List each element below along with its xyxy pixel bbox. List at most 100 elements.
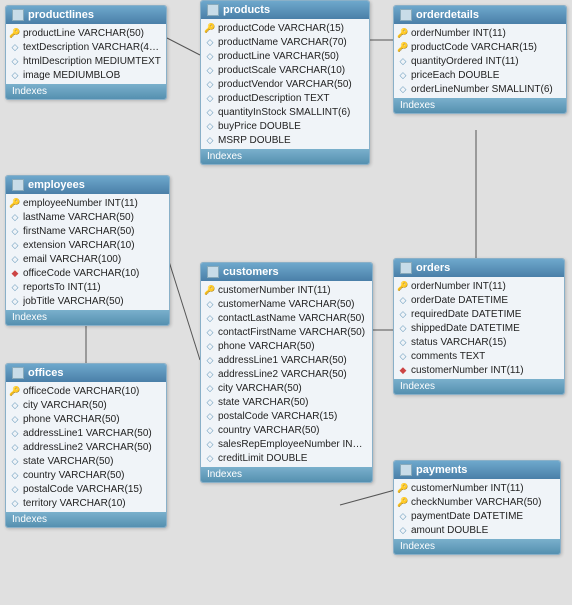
- key-icon: 🔑: [10, 28, 20, 38]
- diamond-icon: ◇: [10, 212, 20, 222]
- field-text: postalCode VARCHAR(15): [218, 411, 337, 422]
- table-employees-header: employees: [6, 176, 169, 194]
- table-orderdetails: orderdetails 🔑 orderNumber INT(11) 🔑 pro…: [393, 5, 567, 114]
- field-text: shippedDate DATETIME: [411, 323, 520, 334]
- field-row: ◇ productDescription TEXT: [201, 91, 369, 105]
- field-row: 🔑 officeCode VARCHAR(10): [6, 384, 166, 398]
- table-icon: [12, 9, 24, 21]
- key-icon: 🔑: [398, 28, 408, 38]
- diamond-icon: ◇: [10, 226, 20, 236]
- table-payments-footer[interactable]: Indexes: [394, 539, 560, 554]
- field-text: requiredDate DATETIME: [411, 309, 521, 320]
- field-row: ◇ productName VARCHAR(70): [201, 35, 369, 49]
- field-text: checkNumber VARCHAR(50): [411, 497, 541, 508]
- table-orders-footer[interactable]: Indexes: [394, 379, 564, 394]
- field-row: ◇ status VARCHAR(15): [394, 335, 564, 349]
- table-icon: [400, 262, 412, 274]
- field-text: postalCode VARCHAR(15): [23, 484, 142, 495]
- table-productlines-footer[interactable]: Indexes: [6, 84, 166, 99]
- field-text: city VARCHAR(50): [23, 400, 107, 411]
- table-orders-body: 🔑 orderNumber INT(11) ◇ orderDate DATETI…: [394, 277, 564, 379]
- field-row: ◇ contactFirstName VARCHAR(50): [201, 325, 372, 339]
- field-text: addressLine2 VARCHAR(50): [23, 442, 152, 453]
- table-orderdetails-title: orderdetails: [416, 9, 479, 21]
- field-text: country VARCHAR(50): [218, 425, 320, 436]
- field-row: ◇ phone VARCHAR(50): [201, 339, 372, 353]
- field-text: phone VARCHAR(50): [218, 341, 315, 352]
- table-employees-body: 🔑 employeeNumber INT(11) ◇ lastName VARC…: [6, 194, 169, 310]
- diamond-icon: ◇: [398, 511, 408, 521]
- diamond-icon: ◇: [398, 309, 408, 319]
- diamond-icon: ◇: [10, 296, 20, 306]
- field-text: state VARCHAR(50): [23, 456, 113, 467]
- field-text: customerNumber INT(11): [411, 365, 524, 376]
- table-customers-footer[interactable]: Indexes: [201, 467, 372, 482]
- field-text: officeCode VARCHAR(10): [23, 268, 139, 279]
- diamond-icon: ◇: [398, 70, 408, 80]
- field-text: extension VARCHAR(10): [23, 240, 135, 251]
- diamond-icon: ◇: [205, 327, 215, 337]
- field-text: contactLastName VARCHAR(50): [218, 313, 365, 324]
- field-row: ◇ priceEach DOUBLE: [394, 68, 566, 82]
- field-text: phone VARCHAR(50): [23, 414, 120, 425]
- key-icon: 🔑: [398, 497, 408, 507]
- field-text: paymentDate DATETIME: [411, 511, 523, 522]
- field-row: 🔑 checkNumber VARCHAR(50): [394, 495, 560, 509]
- diamond-icon: ◇: [10, 414, 20, 424]
- field-row: ◇ productLine VARCHAR(50): [201, 49, 369, 63]
- table-products-title: products: [223, 4, 270, 16]
- field-row: ◇ requiredDate DATETIME: [394, 307, 564, 321]
- diamond-icon: ◇: [398, 295, 408, 305]
- field-text: firstName VARCHAR(50): [23, 226, 135, 237]
- diamond-icon: ◇: [10, 42, 20, 52]
- field-text: country VARCHAR(50): [23, 470, 125, 481]
- field-text: orderDate DATETIME: [411, 295, 508, 306]
- diamond-icon: ◇: [398, 525, 408, 535]
- field-row: ◇ salesRepEmployeeNumber INT(11): [201, 437, 372, 451]
- field-row: 🔑 orderNumber INT(11): [394, 26, 566, 40]
- diamond-icon: ◇: [205, 369, 215, 379]
- field-text: quantityOrdered INT(11): [411, 56, 519, 67]
- field-row: ◇ extension VARCHAR(10): [6, 238, 169, 252]
- field-row: ◇ creditLimit DOUBLE: [201, 451, 372, 465]
- table-icon: [207, 4, 219, 16]
- diamond-icon: ◇: [205, 453, 215, 463]
- field-text: productCode VARCHAR(15): [411, 42, 537, 53]
- field-row: ◇ amount DOUBLE: [394, 523, 560, 537]
- field-row: ◇ shippedDate DATETIME: [394, 321, 564, 335]
- diamond-icon: ◇: [10, 400, 20, 410]
- field-row: ◇ productScale VARCHAR(10): [201, 63, 369, 77]
- table-icon: [400, 9, 412, 21]
- table-offices: offices 🔑 officeCode VARCHAR(10) ◇ city …: [5, 363, 167, 528]
- diamond-icon: ◇: [10, 70, 20, 80]
- field-row: 🔑 customerNumber INT(11): [201, 283, 372, 297]
- diamond-icon: ◇: [205, 107, 215, 117]
- table-offices-body: 🔑 officeCode VARCHAR(10) ◇ city VARCHAR(…: [6, 382, 166, 512]
- field-row: ◇ country VARCHAR(50): [6, 468, 166, 482]
- table-products-footer[interactable]: Indexes: [201, 149, 369, 164]
- field-text: contactFirstName VARCHAR(50): [218, 327, 365, 338]
- table-offices-footer[interactable]: Indexes: [6, 512, 166, 527]
- diamond-icon: ◇: [10, 254, 20, 264]
- field-text: quantityInStock SMALLINT(6): [218, 107, 350, 118]
- diamond-icon: ◇: [205, 135, 215, 145]
- field-row: ◇ city VARCHAR(50): [6, 398, 166, 412]
- diamond-icon: ◇: [205, 341, 215, 351]
- table-orderdetails-footer[interactable]: Indexes: [394, 98, 566, 113]
- table-products-body: 🔑 productCode VARCHAR(15) ◇ productName …: [201, 19, 369, 149]
- field-row: ◇ state VARCHAR(50): [201, 395, 372, 409]
- field-row: ◇ postalCode VARCHAR(15): [6, 482, 166, 496]
- field-text: textDescription VARCHAR(4000): [23, 42, 162, 53]
- table-orders: orders 🔑 orderNumber INT(11) ◇ orderDate…: [393, 258, 565, 395]
- diamond-icon: ◇: [205, 51, 215, 61]
- field-row: 🔑 orderNumber INT(11): [394, 279, 564, 293]
- field-row: ◇ comments TEXT: [394, 349, 564, 363]
- table-employees-footer[interactable]: Indexes: [6, 310, 169, 325]
- field-row: ◇ customerName VARCHAR(50): [201, 297, 372, 311]
- key-icon: 🔑: [398, 483, 408, 493]
- field-text: productVendor VARCHAR(50): [218, 79, 352, 90]
- table-customers-header: customers: [201, 263, 372, 281]
- diamond-icon: ◇: [398, 351, 408, 361]
- field-text: territory VARCHAR(10): [23, 498, 126, 509]
- field-row: ◇ reportsTo INT(11): [6, 280, 169, 294]
